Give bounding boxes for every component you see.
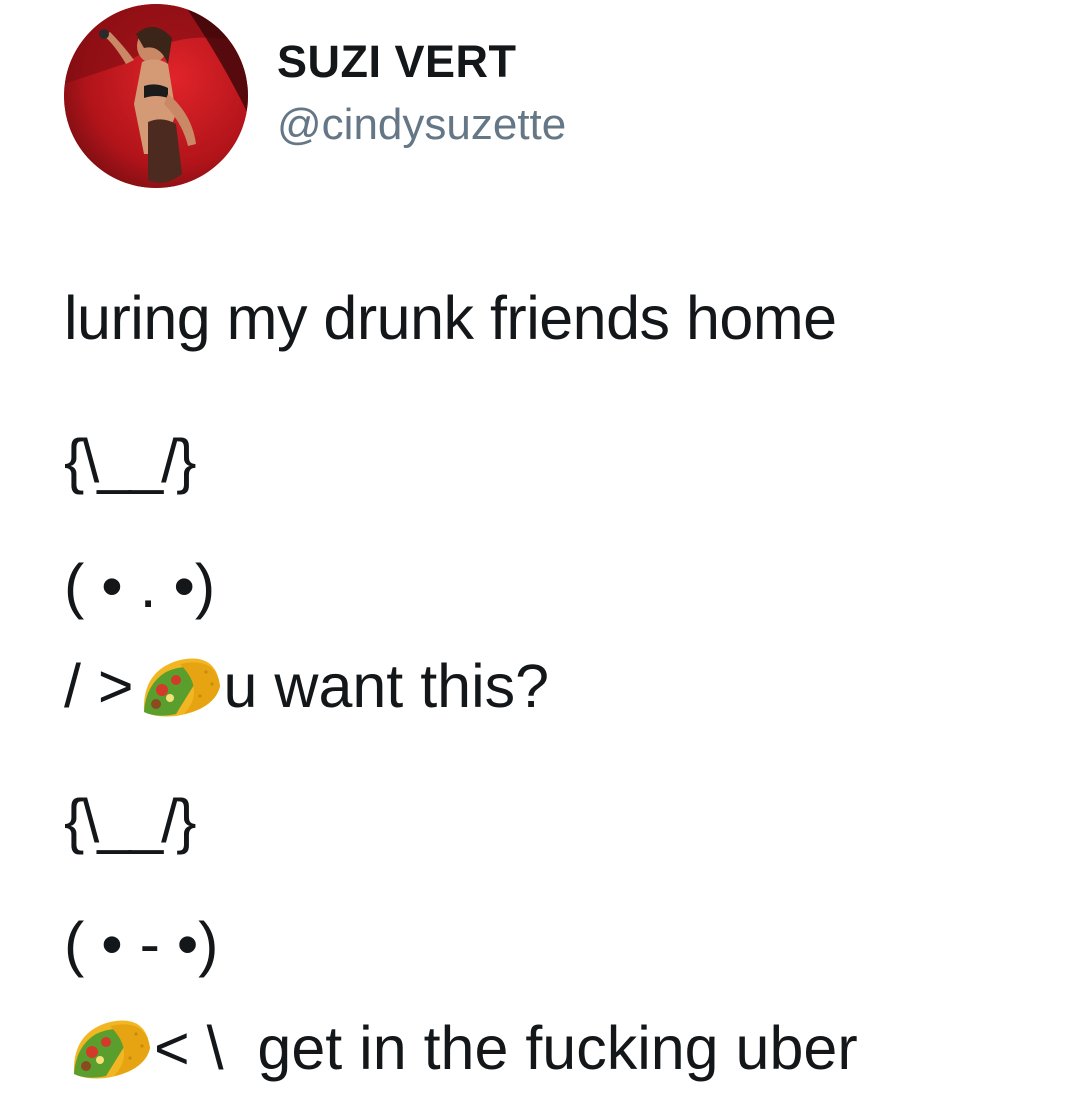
tweet-text-line-5: {\__/}	[64, 787, 196, 855]
tweet-text-line-1: luring my drunk friends home	[64, 284, 837, 352]
user-handle[interactable]: @cindysuzette	[277, 100, 566, 150]
tweet-text-line-7: < \ get in the fucking uber	[64, 1012, 858, 1084]
tweet-card: SUZI VERT @cindysuzette luring my drunk …	[0, 0, 1080, 1106]
tweet-text-line-2: {\__/}	[64, 427, 196, 495]
taco-emoji-icon	[143, 658, 220, 717]
tweet-text-line-4: / > u want this?	[64, 650, 549, 722]
display-name[interactable]: SUZI VERT	[277, 36, 517, 88]
avatar[interactable]	[64, 4, 248, 188]
tweet-text-line-3: ( • . •)	[64, 552, 216, 620]
line-4-prefix: / >	[64, 651, 134, 720]
tweet-text-line-6: ( • - •)	[64, 910, 219, 978]
line-4-suffix: u want this?	[223, 651, 550, 720]
avatar-photo	[64, 4, 248, 188]
taco-emoji-icon	[73, 1020, 150, 1079]
line-7-suffix: < \ get in the fucking uber	[154, 1013, 858, 1082]
